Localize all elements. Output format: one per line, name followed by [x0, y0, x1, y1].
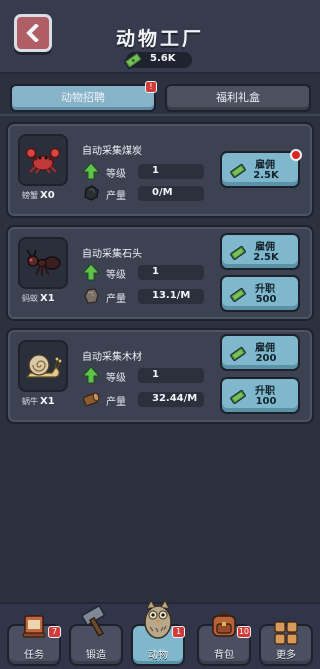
output-label: 产量: [106, 397, 126, 408]
grid-icon: [274, 621, 298, 645]
button-label: 雇佣: [255, 343, 275, 354]
tab-label: 动物招聘: [61, 91, 105, 104]
coal-icon: [84, 185, 99, 201]
button-label: 雇佣: [255, 242, 275, 253]
animal-portrait: [18, 134, 68, 186]
top-bar: 动物工厂 5.6K: [0, 0, 320, 74]
nav-label: 动物: [148, 650, 168, 661]
level-up-arrow-icon: [82, 162, 100, 180]
tab-label: 福利礼盒: [216, 91, 260, 104]
page-title: 动物工厂: [115, 28, 204, 50]
nav-label: 任务: [24, 650, 44, 661]
animal-card-ant: 蚂蚁 X1 自动采集石头 等级 1 产量 13.1/M 雇佣 2.5K 升职 50…: [6, 225, 314, 321]
button-cost: 2.5K: [253, 170, 279, 181]
button-label: 升职: [255, 284, 275, 295]
nav-item-backpack[interactable]: 背包 10: [197, 612, 251, 666]
button-label: 升职: [255, 386, 275, 397]
button-label: 雇佣: [255, 160, 275, 171]
level-label: 等级: [106, 373, 126, 384]
owl-icon: [144, 598, 172, 639]
ant-icon: [26, 249, 61, 276]
nav-label: 更多: [276, 650, 296, 661]
level-label: 等级: [106, 169, 126, 180]
tab-notification-badge: !: [145, 81, 157, 93]
scroll-icon: [22, 615, 46, 638]
hire-button[interactable]: 雇佣 2.5K: [220, 233, 300, 270]
level-up-arrow-icon: [82, 263, 100, 281]
hire-button[interactable]: 雇佣 2.5K: [220, 149, 302, 188]
level-up-arrow-icon: [82, 366, 100, 384]
cash-icon: [123, 51, 143, 70]
output-value: 32.44/M: [152, 393, 198, 404]
output-label: 产量: [106, 191, 126, 202]
button-cost: 200: [255, 353, 277, 364]
tab-bar: 动物招聘 ! 福利礼盒: [0, 76, 320, 116]
animal-name: 螃蟹 X0: [22, 190, 55, 201]
animal-card-crab: 螃蟹 X0 自动采集煤炭 等级 1 产量 0/M 雇佣 2.5K: [6, 122, 314, 218]
nav-item-animals[interactable]: 动物 1: [131, 598, 185, 666]
cash-value: 5.6K: [150, 53, 176, 64]
promote-button[interactable]: 升职 100: [220, 377, 300, 414]
task-label: 自动采集煤炭: [82, 146, 142, 157]
stone-icon: [84, 288, 99, 304]
backpack-icon: [212, 612, 236, 637]
snail-icon: [25, 354, 62, 378]
nav-label: 背包: [214, 650, 234, 661]
nav-item-tasks[interactable]: 任务 7: [7, 615, 61, 666]
level-value: 1: [152, 369, 159, 380]
animal-name: 蜗牛 X1: [22, 396, 55, 407]
hire-button[interactable]: 雇佣 200: [220, 334, 300, 371]
nav-badge: 1: [172, 626, 185, 638]
animal-name: 蚂蚁 X1: [22, 293, 55, 304]
nav-badge: 7: [48, 626, 61, 638]
hammer-icon: [81, 605, 106, 637]
task-label: 自动采集木材: [82, 352, 142, 363]
button-cost: 2.5K: [253, 252, 279, 263]
notification-dot: [290, 149, 302, 161]
animal-portrait: [18, 340, 68, 392]
animal-portrait: [18, 237, 68, 289]
button-cost: 500: [255, 294, 277, 305]
nav-item-more[interactable]: 更多: [259, 621, 313, 666]
output-value: 0/M: [152, 187, 173, 198]
nav-label: 锻造: [86, 650, 106, 661]
nav-badge: 10: [236, 626, 251, 638]
tab-gift-box[interactable]: 福利礼盒: [165, 84, 311, 112]
level-value: 1: [152, 165, 159, 176]
button-cost: 100: [255, 396, 277, 407]
bottom-nav: 任务 7 锻造 动物 1 背包 10 更多: [0, 598, 320, 669]
crab-icon: [25, 147, 61, 174]
tab-animal-recruit[interactable]: 动物招聘 !: [10, 81, 157, 112]
nav-item-forge[interactable]: 锻造: [69, 605, 123, 666]
level-label: 等级: [106, 270, 126, 281]
animal-card-snail: 蜗牛 X1 自动采集木材 等级 1 产量 32.44/M 雇佣 200 升职 10…: [6, 328, 314, 424]
promote-button[interactable]: 升职 500: [220, 275, 300, 312]
output-value: 13.1/M: [152, 290, 191, 301]
task-label: 自动采集石头: [82, 249, 142, 260]
wood-icon: [83, 392, 100, 407]
output-label: 产量: [106, 294, 126, 305]
level-value: 1: [152, 266, 159, 277]
